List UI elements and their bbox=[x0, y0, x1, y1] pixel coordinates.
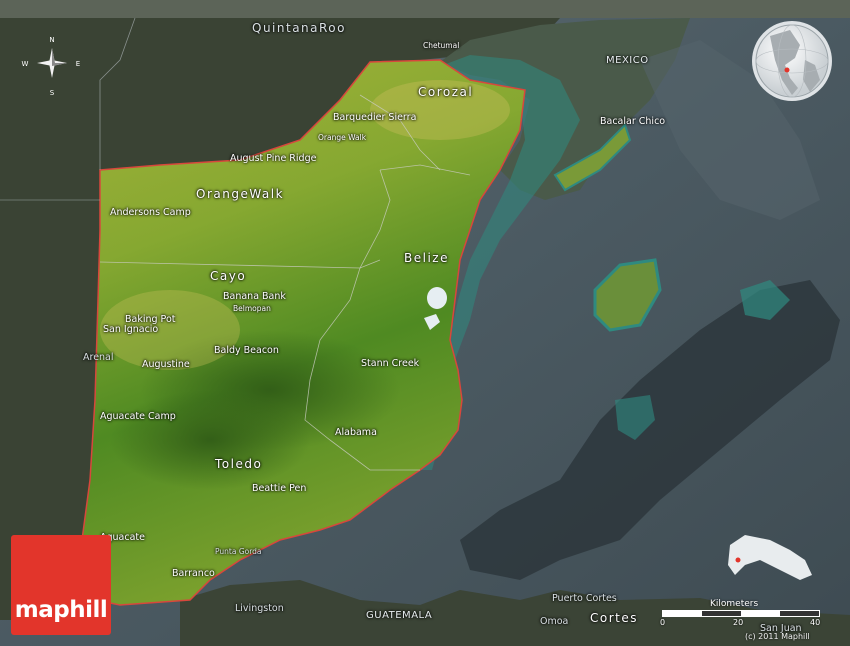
compass-s: S bbox=[50, 89, 55, 97]
top-strip bbox=[0, 0, 850, 18]
label-alabama: Alabama bbox=[335, 427, 377, 438]
label-chetumal: Chetumal bbox=[423, 41, 460, 50]
label-augustine: Augustine bbox=[142, 359, 190, 370]
label-omoa: Omoa bbox=[540, 616, 569, 627]
label-cayo: Cayo bbox=[210, 269, 247, 283]
label-banana-bank: Banana Bank bbox=[223, 291, 286, 302]
label-guatemala: GUATEMALA bbox=[366, 610, 433, 621]
globe-locator bbox=[752, 21, 832, 101]
label-beattie-pen: Beattie Pen bbox=[252, 483, 307, 494]
label-arenal: Arenal bbox=[83, 352, 114, 363]
label-corozal: Corozal bbox=[418, 85, 474, 99]
label-quintana-roo: QuintanaRoo bbox=[252, 21, 346, 35]
label-baldy-beacon: Baldy Beacon bbox=[214, 345, 279, 356]
label-belmopan: Belmopan bbox=[233, 304, 271, 313]
mountains-south-relief bbox=[110, 390, 310, 490]
scale-bar-graphic bbox=[662, 610, 820, 617]
compass-e: E bbox=[76, 60, 80, 68]
scale-tick-20: 20 bbox=[733, 618, 744, 627]
label-livingston: Livingston bbox=[235, 603, 284, 614]
label-san-ignacio: San Ignacio bbox=[103, 324, 159, 335]
label-andersons-camp: Andersons Camp bbox=[110, 207, 191, 218]
label-barquedier-sierra: Barquedier Sierra bbox=[333, 112, 417, 123]
label-cortes: Cortes bbox=[590, 611, 638, 625]
copyright-notice: (c) 2011 Maphill bbox=[745, 632, 810, 641]
maphill-logo[interactable]: maphill bbox=[11, 535, 111, 635]
label-august-pine-ridge: August Pine Ridge bbox=[230, 153, 317, 164]
label-barranco: Barranco bbox=[172, 568, 215, 579]
label-aguacate-camp: Aguacate Camp bbox=[100, 411, 176, 422]
label-stann-creek: Stann Creek bbox=[361, 358, 420, 369]
label-orange-walk-town: Orange Walk bbox=[318, 133, 367, 142]
scale-title: Kilometers bbox=[710, 599, 759, 609]
compass-n: N bbox=[49, 36, 54, 44]
label-toledo: Toledo bbox=[215, 457, 263, 471]
compass-w: W bbox=[22, 60, 29, 68]
label-punta-gorda: Punta Gorda bbox=[215, 547, 262, 556]
scale-tick-0: 0 bbox=[660, 618, 666, 627]
logo-text: maphill bbox=[14, 597, 108, 623]
scale-tick-40: 40 bbox=[810, 618, 821, 627]
lagoon-white bbox=[427, 287, 447, 309]
label-bacalar-chico: Bacalar Chico bbox=[600, 116, 666, 127]
label-belize: Belize bbox=[404, 251, 449, 265]
label-puerto-cortes: Puerto Cortes bbox=[552, 593, 617, 604]
label-orange-walk-district: OrangeWalk bbox=[196, 187, 285, 201]
label-mexico: MEXICO bbox=[606, 55, 649, 66]
